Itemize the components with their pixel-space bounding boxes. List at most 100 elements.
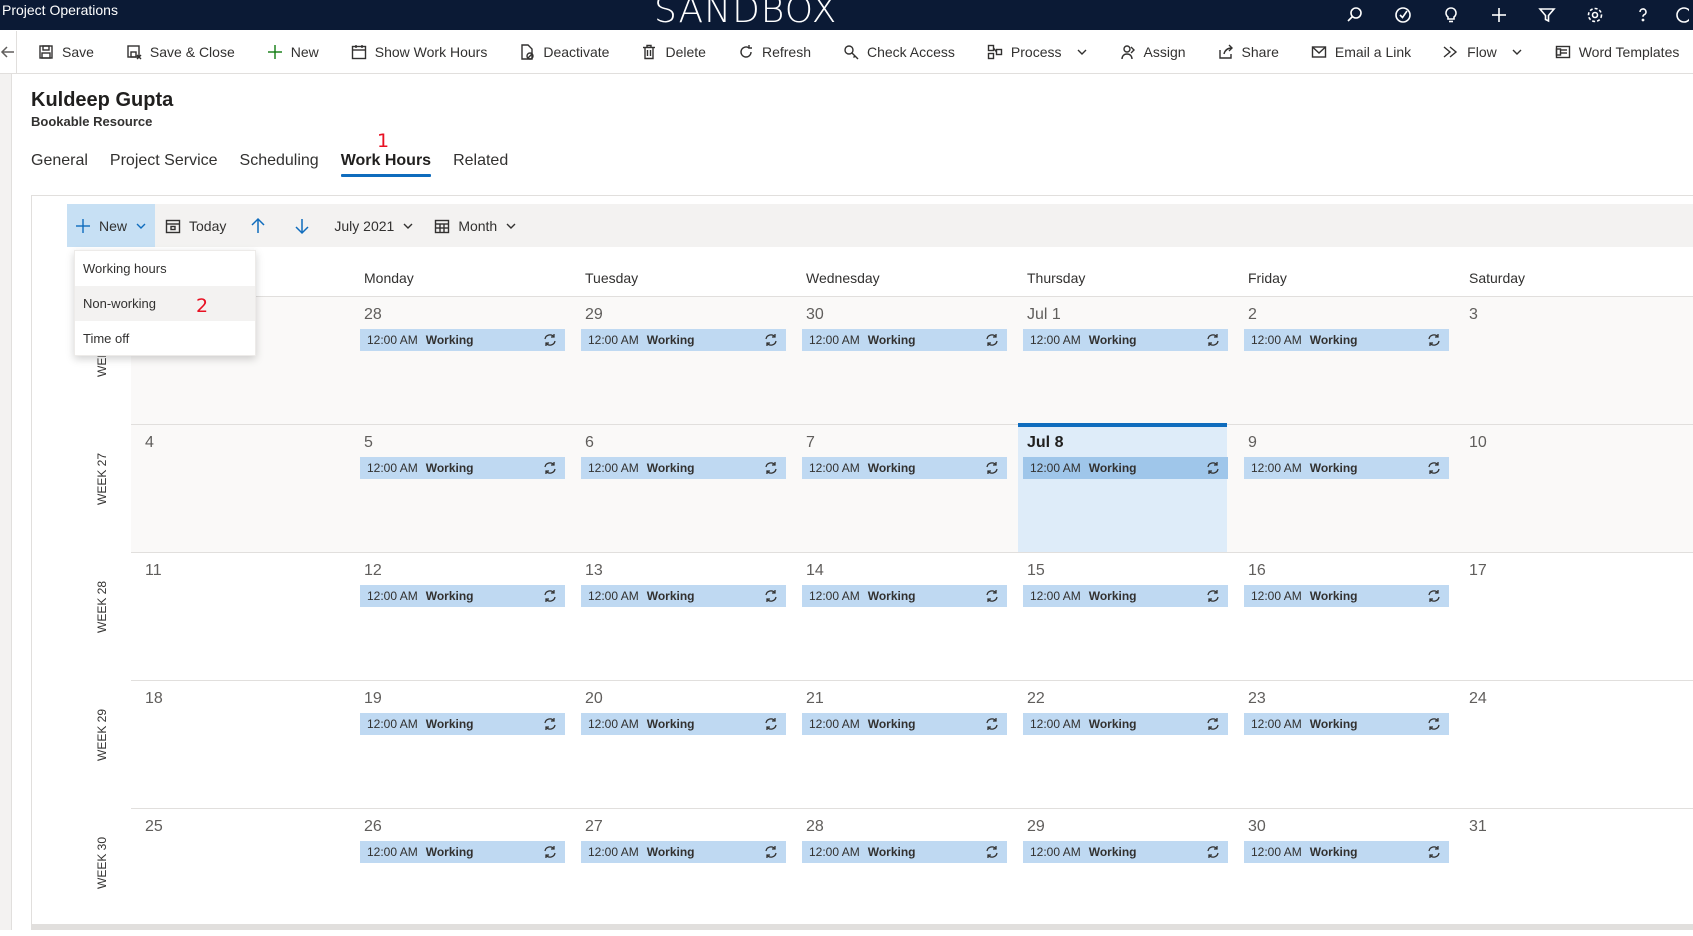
word-templates-button[interactable]: Word Templates <box>1534 31 1693 74</box>
period-selector[interactable]: July 2021 <box>324 204 424 247</box>
recurrence-icon <box>544 718 556 730</box>
check-access-button[interactable]: Check Access <box>822 31 966 74</box>
day-number[interactable]: 2 <box>1248 306 1257 324</box>
work-hours-event[interactable]: 12:00 AM Working <box>360 457 565 479</box>
menu-item-working-hours[interactable]: Working hours <box>75 251 255 286</box>
gear-icon[interactable] <box>1571 0 1619 30</box>
day-number[interactable]: 7 <box>806 434 815 452</box>
work-hours-event[interactable]: 12:00 AM Working <box>1023 585 1228 607</box>
save-button[interactable]: Save <box>17 31 105 74</box>
day-number[interactable]: 22 <box>1027 690 1045 708</box>
deactivate-button[interactable]: Deactivate <box>498 31 620 74</box>
event-status: Working <box>867 845 916 859</box>
tab-work-hours[interactable]: Work Hours <box>340 152 432 177</box>
day-number[interactable]: 16 <box>1248 562 1266 580</box>
work-hours-event[interactable]: 12:00 AM Working <box>581 457 786 479</box>
day-number[interactable]: 13 <box>585 562 603 580</box>
day-number[interactable]: 10 <box>1469 434 1487 452</box>
tab-project-service[interactable]: Project Service <box>110 152 218 177</box>
menu-item-non-working[interactable]: Non-working <box>75 286 255 321</box>
user-icon[interactable] <box>1667 0 1693 30</box>
today-button[interactable]: Today <box>155 204 236 247</box>
work-hours-event[interactable]: 12:00 AM Working <box>360 713 565 735</box>
work-hours-event[interactable]: 12:00 AM Working <box>360 585 565 607</box>
app-title[interactable]: Project Operations <box>2 2 118 18</box>
work-hours-event[interactable]: 12:00 AM Working <box>802 329 1007 351</box>
day-number[interactable]: 29 <box>1027 818 1045 836</box>
day-number[interactable]: 18 <box>145 690 163 708</box>
show-work-hours-button[interactable]: Show Work Hours <box>330 31 499 74</box>
next-period-button[interactable] <box>280 204 324 247</box>
work-hours-event[interactable]: 12:00 AM Working <box>1023 713 1228 735</box>
day-number[interactable]: 5 <box>364 434 373 452</box>
save-close-button[interactable]: Save & Close <box>105 31 246 74</box>
delete-button[interactable]: Delete <box>620 31 716 74</box>
work-hours-event[interactable]: 12:00 AM Working <box>1023 329 1228 351</box>
search-icon[interactable] <box>1331 0 1379 30</box>
tab-scheduling[interactable]: Scheduling <box>240 152 319 177</box>
day-number[interactable]: 23 <box>1248 690 1266 708</box>
day-number[interactable]: 15 <box>1027 562 1045 580</box>
calendar-new-button[interactable]: New <box>67 204 156 247</box>
tab-related[interactable]: Related <box>453 152 508 177</box>
day-number[interactable]: 12 <box>364 562 382 580</box>
day-number[interactable]: 28 <box>364 306 382 324</box>
day-number[interactable]: Jul 1 <box>1027 306 1061 324</box>
day-number[interactable]: 30 <box>806 306 824 324</box>
work-hours-event[interactable]: 12:00 AM Working <box>802 841 1007 863</box>
work-hours-event[interactable]: 12:00 AM Working <box>1244 841 1449 863</box>
work-hours-event[interactable]: 12:00 AM Working <box>360 329 565 351</box>
day-number[interactable]: 29 <box>585 306 603 324</box>
help-icon[interactable] <box>1619 0 1667 30</box>
work-hours-event[interactable]: 12:00 AM Working <box>360 841 565 863</box>
day-number[interactable]: 6 <box>585 434 594 452</box>
flow-button[interactable]: Flow <box>1422 31 1534 74</box>
refresh-button[interactable]: Refresh <box>717 31 822 74</box>
day-number[interactable]: 20 <box>585 690 603 708</box>
work-hours-event[interactable]: 12:00 AM Working <box>1023 841 1228 863</box>
view-selector[interactable]: Month <box>424 204 527 247</box>
back-button[interactable] <box>0 30 17 74</box>
day-number[interactable]: 17 <box>1469 562 1487 580</box>
day-number[interactable]: 3 <box>1469 306 1478 324</box>
today-day-number[interactable]: Jul 8 <box>1027 434 1063 452</box>
email-link-button[interactable]: Email a Link <box>1290 31 1422 74</box>
day-number[interactable]: 26 <box>364 818 382 836</box>
work-hours-event[interactable]: 12:00 AM Working <box>802 585 1007 607</box>
plus-icon[interactable] <box>1475 0 1523 30</box>
day-number[interactable]: 21 <box>806 690 824 708</box>
day-number[interactable]: 24 <box>1469 690 1487 708</box>
work-hours-event[interactable]: 12:00 AM Working <box>1244 585 1449 607</box>
day-number[interactable]: 27 <box>585 818 603 836</box>
day-number[interactable]: 4 <box>145 434 154 452</box>
work-hours-event[interactable]: 12:00 AM Working <box>581 713 786 735</box>
tab-general[interactable]: General <box>31 152 88 177</box>
work-hours-event[interactable]: 12:00 AM Working <box>1244 713 1449 735</box>
work-hours-event[interactable]: 12:00 AM Working <box>1244 329 1449 351</box>
horizontal-scrollbar[interactable] <box>31 924 1693 930</box>
work-hours-event[interactable]: 12:00 AM Working <box>581 585 786 607</box>
previous-period-button[interactable] <box>236 204 280 247</box>
work-hours-event[interactable]: 12:00 AM Working <box>581 329 786 351</box>
day-number[interactable]: 25 <box>145 818 163 836</box>
share-button[interactable]: Share <box>1197 31 1290 74</box>
work-hours-event[interactable]: 12:00 AM Working <box>1244 457 1449 479</box>
assign-button[interactable]: Assign <box>1099 31 1197 74</box>
day-number[interactable]: 30 <box>1248 818 1266 836</box>
work-hours-event[interactable]: 12:00 AM Working <box>581 841 786 863</box>
day-number[interactable]: 28 <box>806 818 824 836</box>
day-number[interactable]: 19 <box>364 690 382 708</box>
process-button[interactable]: Process <box>966 31 1099 74</box>
day-number[interactable]: 31 <box>1469 818 1487 836</box>
menu-item-time-off[interactable]: Time off <box>75 321 255 356</box>
new-button[interactable]: New <box>246 31 330 74</box>
day-number[interactable]: 11 <box>145 562 162 580</box>
day-number[interactable]: 9 <box>1248 434 1257 452</box>
day-number[interactable]: 14 <box>806 562 824 580</box>
work-hours-event[interactable]: 12:00 AM Working <box>1023 457 1228 479</box>
task-check-icon[interactable] <box>1379 0 1427 30</box>
work-hours-event[interactable]: 12:00 AM Working <box>802 713 1007 735</box>
lightbulb-icon[interactable] <box>1427 0 1475 30</box>
filter-icon[interactable] <box>1523 0 1571 30</box>
work-hours-event[interactable]: 12:00 AM Working <box>802 457 1007 479</box>
